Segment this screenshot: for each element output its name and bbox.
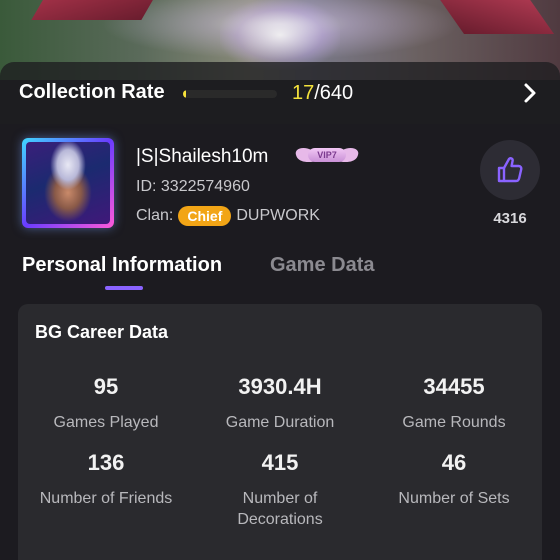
- character-glow: [220, 0, 340, 70]
- stat-number-of-friends: 136 Number of Friends: [19, 450, 193, 509]
- career-card-title: BG Career Data: [35, 322, 169, 342]
- thumbs-up-icon: [497, 157, 523, 183]
- stat-value: 136: [87, 450, 125, 475]
- avatar[interactable]: [22, 138, 114, 228]
- stat-value: 415: [261, 450, 299, 475]
- clan-role-badge: Chief: [178, 206, 232, 226]
- vip-label: VIP7: [308, 148, 346, 162]
- stat-number-of-sets: 46 Number of Sets: [367, 450, 541, 509]
- stat-value: 34455: [423, 374, 485, 399]
- stat-value: 46: [441, 450, 467, 475]
- collection-rate-bar[interactable]: Collection Rate 17/640: [0, 62, 560, 124]
- collection-current: 17: [292, 82, 315, 104]
- collection-rate-title: Collection Rate: [19, 81, 165, 103]
- player-id: ID: 3322574960: [136, 178, 250, 195]
- clan-name[interactable]: DUPWORK: [236, 207, 320, 225]
- tab-game-data[interactable]: Game Data: [270, 254, 375, 277]
- clan-row: Clan: Chief DUPWORK: [136, 206, 320, 226]
- collection-progress-track: [183, 90, 277, 98]
- stat-label: Game Duration: [225, 414, 335, 431]
- tent-decoration: [31, 0, 159, 20]
- stat-label: Number of Sets: [398, 490, 510, 507]
- stat-value: 3930.4H: [238, 374, 322, 399]
- stat-games-played: 95 Games Played: [19, 374, 193, 433]
- stat-number-of-decorations: 415 Number of Decorations: [193, 450, 367, 530]
- chevron-right-icon[interactable]: [522, 82, 538, 104]
- clan-label: Clan:: [136, 207, 174, 224]
- stat-value: 95: [93, 374, 119, 399]
- username: |S|Shailesh10m: [136, 146, 269, 167]
- tent-decoration: [435, 0, 555, 34]
- collection-total: /640: [314, 82, 354, 104]
- collection-progress-fill: [183, 90, 186, 98]
- vip-badge: VIP7: [293, 145, 361, 165]
- like-count: 4316: [493, 210, 527, 227]
- stat-label: Number of Friends: [39, 490, 173, 507]
- stat-game-duration: 3930.4H Game Duration: [193, 374, 367, 433]
- stat-game-rounds: 34455 Game Rounds: [367, 374, 541, 433]
- tab-personal-information[interactable]: Personal Information: [22, 254, 222, 277]
- career-data-card: BG Career Data 95 Games Played 3930.4H G…: [18, 304, 542, 560]
- profile-section: |S|Shailesh10m VIP7 ID: 3322574960 Clan:…: [0, 124, 560, 560]
- stat-label: Number of Decorations: [237, 490, 323, 528]
- like-button[interactable]: [480, 140, 540, 200]
- stat-label: Games Played: [53, 414, 159, 431]
- active-tab-indicator: [105, 286, 143, 290]
- avatar-image: [26, 142, 110, 224]
- collection-count: 17/640: [292, 82, 353, 105]
- stat-label: Game Rounds: [402, 414, 506, 431]
